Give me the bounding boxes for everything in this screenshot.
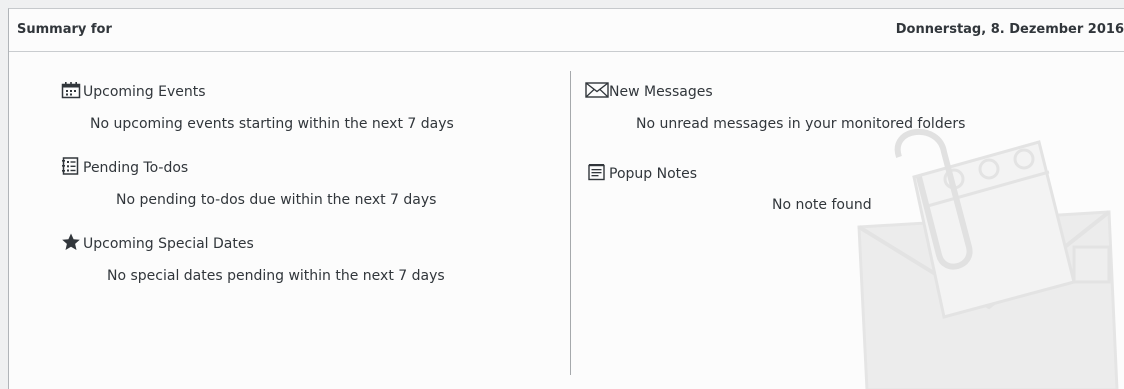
column-divider (570, 71, 571, 375)
pending-todos-label: Pending To-dos (83, 160, 189, 176)
summary-watermark-icon (857, 128, 1119, 389)
pending-todos-message: No pending to-dos due within the next 7 … (116, 192, 437, 208)
envelope-icon (585, 81, 609, 99)
new-messages-title[interactable]: New Messages (585, 81, 713, 101)
special-dates-label: Upcoming Special Dates (83, 236, 254, 252)
note-icon (587, 163, 607, 181)
star-icon (61, 233, 81, 251)
upcoming-events-message: No upcoming events starting within the n… (90, 116, 454, 132)
popup-notes-title[interactable]: Popup Notes (587, 163, 697, 183)
popup-notes-label: Popup Notes (609, 166, 698, 182)
summary-panel: Summary for Donnerstag, 8. Dezember 2016 (8, 8, 1124, 389)
summary-date: Donnerstag, 8. Dezember 2016 (895, 22, 1124, 37)
special-dates-title[interactable]: Upcoming Special Dates (61, 233, 254, 253)
pending-todos-title[interactable]: Pending To-dos (61, 157, 188, 177)
upcoming-events-title[interactable]: Upcoming Events (61, 81, 206, 101)
upcoming-events-section: Upcoming Events No upcoming events start… (61, 81, 561, 137)
popup-notes-section: Popup Notes No note found (587, 163, 1107, 219)
pending-todos-section: Pending To-dos No pending to-dos due wit… (61, 157, 561, 213)
popup-notes-message: No note found (772, 197, 872, 213)
new-messages-message: No unread messages in your monitored fol… (636, 116, 966, 132)
summary-title: Summary for (17, 22, 112, 37)
new-messages-section: New Messages No unread messages in your … (585, 81, 1105, 137)
special-dates-section: Upcoming Special Dates No special dates … (61, 233, 561, 289)
special-dates-message: No special dates pending within the next… (107, 268, 445, 284)
calendar-icon (61, 81, 81, 99)
upcoming-events-label: Upcoming Events (83, 84, 206, 100)
summary-header: Summary for Donnerstag, 8. Dezember 2016 (9, 9, 1124, 52)
new-messages-label: New Messages (609, 84, 713, 100)
todo-list-icon (61, 157, 81, 175)
